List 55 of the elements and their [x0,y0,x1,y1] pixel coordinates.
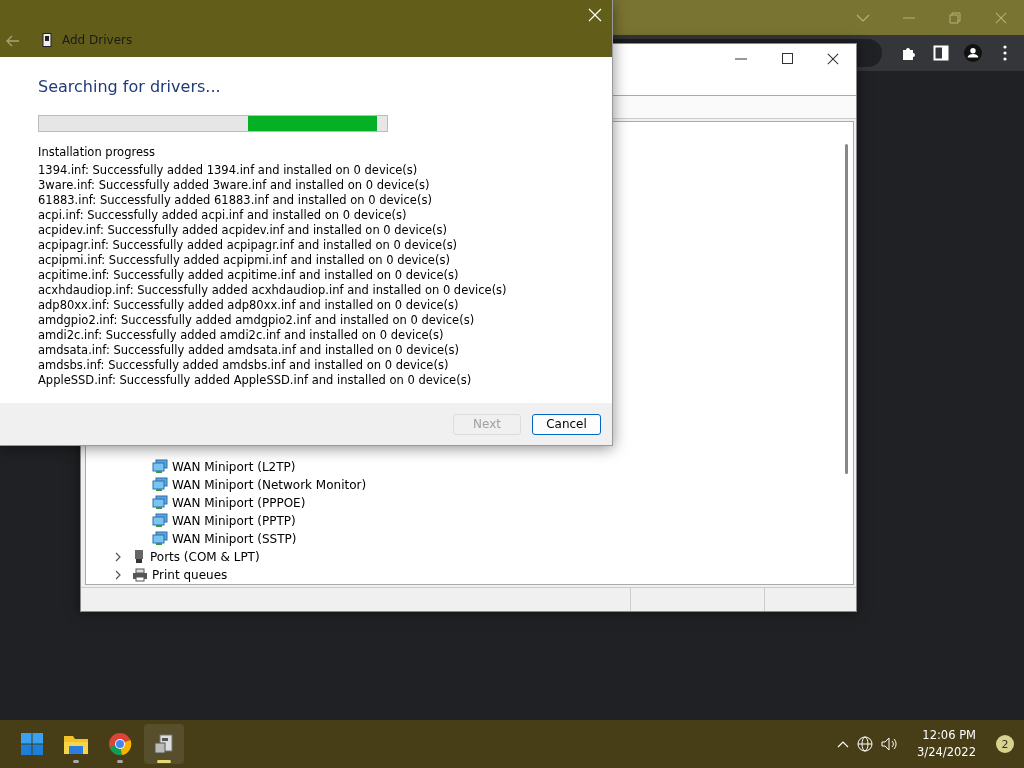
close-icon[interactable] [827,52,839,65]
side-panel-icon[interactable] [933,45,949,61]
tree-item[interactable]: Ports (COM & LPT) [150,549,260,564]
log-line: amdsata.inf: Successfully added amdsata.inf and installed on 0 device(s) [38,343,461,358]
tree-item[interactable]: WAN Miniport (SSTP) [172,531,297,546]
chevron-icon[interactable] [114,551,122,562]
log-line: acxhdaudiop.inf: Successfully added acxhdaudiop.inf and installed on 0 device(s) [38,283,508,298]
log-line: acpipagr.inf: Successfully added acpipagr.inf and installed on 0 device(s) [38,238,459,253]
monitor-icon [152,513,168,529]
log-line: amdi2c.inf: Successfully added amdi2c.inf and installed on 0 device(s) [38,328,445,343]
log-line: adp80xx.inf: Successfully added adp80xx.inf and installed on 0 device(s) [38,298,460,313]
log-line: acpidev.inf: Successfully added acpidev.inf and installed on 0 device(s) [38,223,449,238]
back-arrow-icon[interactable] [6,35,20,47]
log-line: 3ware.inf: Successfully added 3ware.inf and installed on 0 device(s) [38,178,431,193]
scrollbar-thumb[interactable] [844,143,848,474]
browser-logo-icon[interactable] [108,732,132,756]
installer-icon[interactable] [152,732,176,756]
speaker-icon[interactable] [881,737,900,751]
puzzle-icon[interactable] [901,45,917,61]
device-icon [42,33,52,47]
monitor-icon [152,495,168,511]
clock-time[interactable]: 12:06 PM [922,727,976,744]
windows-logo-icon[interactable] [20,732,44,756]
tree-item[interactable]: Print queues [152,567,228,582]
connector-icon [132,549,146,565]
more-menu-icon[interactable] [1003,45,1007,61]
log-line: acpipmi.inf: Successfully added acpipmi.inf and installed on 0 device(s) [38,253,451,268]
dialog-title: Add Drivers [62,33,133,47]
folder-icon[interactable] [63,733,89,755]
tree-item[interactable]: WAN Miniport (PPPOE) [172,495,306,510]
log-label: Installation progress [38,145,156,159]
monitor-icon [152,531,168,547]
monitor-icon [152,477,168,493]
chevron-icon[interactable] [114,569,122,580]
clock-date[interactable]: 3/24/2022 [917,744,976,761]
log-line: acpitime.inf: Successfully added acpitime.inf and installed on 0 device(s) [38,268,460,283]
log-line: amdsbs.inf: Successfully added amdsbs.inf and installed on 0 device(s) [38,358,450,373]
printer-icon [132,567,148,582]
tree-item[interactable]: WAN Miniport (L2TP) [172,459,296,474]
globe-icon[interactable] [857,736,874,752]
log-line: acpi.inf: Successfully added acpi.inf and installed on 0 device(s) [38,208,408,223]
tree-item[interactable]: WAN Miniport (PPTP) [172,513,296,528]
monitor-icon [152,459,168,475]
log-line: AppleSSD.inf: Successfully added AppleSSD.inf and installed on 0 device(s) [38,373,473,388]
chevron-up-icon[interactable] [837,740,850,748]
tree-item[interactable]: WAN Miniport (Network Monitor) [172,477,367,492]
profile-icon[interactable] [964,43,982,63]
notification-badge[interactable]: 2 [996,735,1014,753]
log-line: amdgpio2.inf: Successfully added amdgpio2.inf and installed on 0 device(s) [38,313,476,328]
dialog-heading: Searching for drivers... [38,77,222,98]
maximize-icon[interactable] [781,53,793,64]
cancel-button[interactable]: Cancel [532,413,601,435]
log-line: 61883.inf: Successfully added 61883.inf and installed on 0 device(s) [38,193,433,208]
log-line: 1394.inf: Successfully added 1394.inf and installed on 0 device(s) [38,163,419,178]
minimize-icon[interactable] [735,57,747,60]
